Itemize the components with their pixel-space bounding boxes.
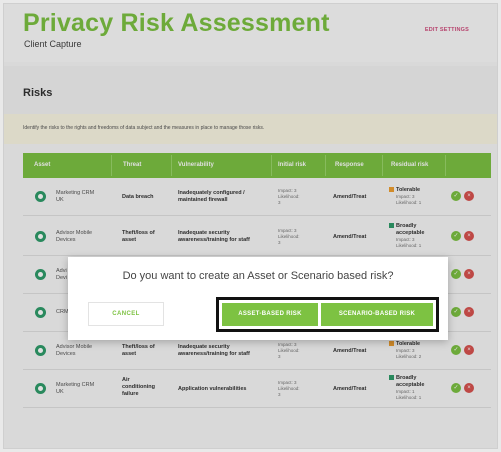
scenario-based-risk-button[interactable]: SCENARIO-BASED RISK <box>321 303 433 326</box>
modal-backdrop <box>4 4 497 448</box>
app-window: Privacy Risk Assessment Client Capture E… <box>3 3 498 449</box>
cancel-button[interactable]: CANCEL <box>88 302 164 326</box>
asset-based-risk-button[interactable]: ASSET-BASED RISK <box>222 303 318 326</box>
create-risk-dialog: Do you want to create an Asset or Scenar… <box>68 257 448 340</box>
risk-type-choice-group: ASSET-BASED RISK SCENARIO-BASED RISK <box>216 297 439 332</box>
dialog-question: Do you want to create an Asset or Scenar… <box>122 270 394 282</box>
